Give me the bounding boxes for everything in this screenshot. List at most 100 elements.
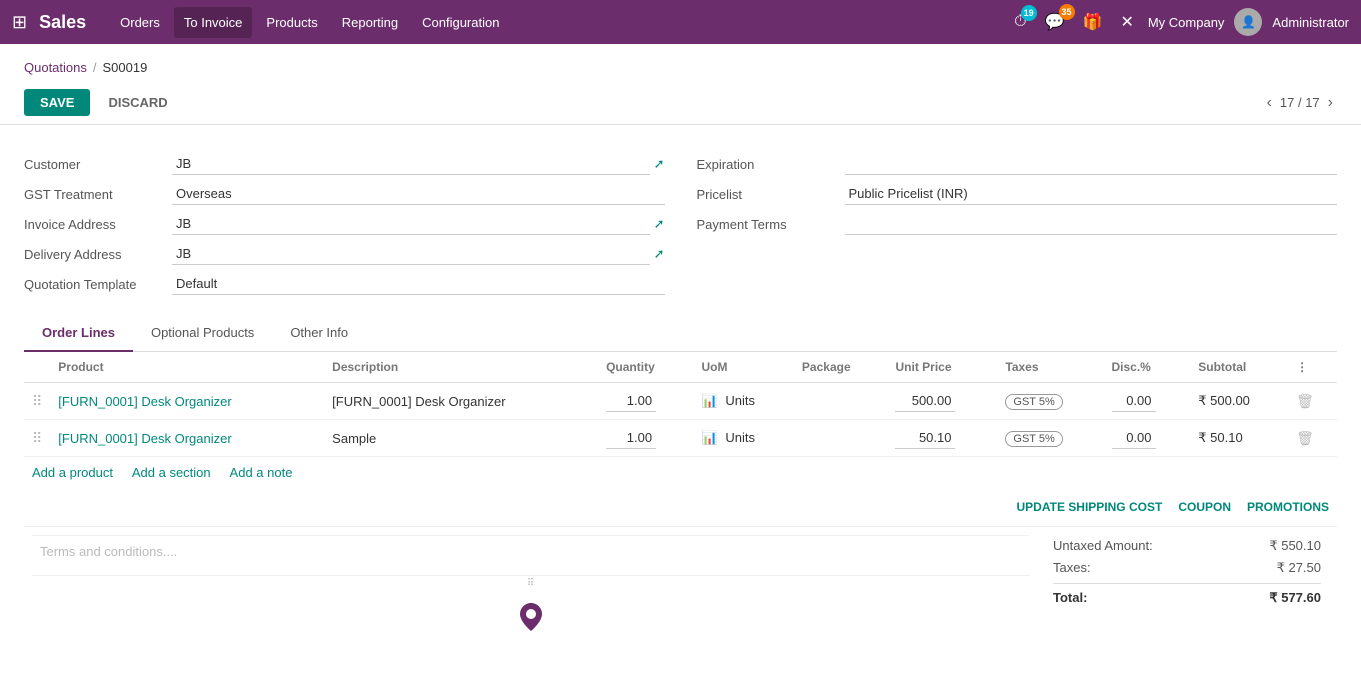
clock-badge: 19 <box>1021 5 1037 21</box>
menu-reporting[interactable]: Reporting <box>332 7 408 38</box>
quantity-input-1[interactable] <box>606 390 656 412</box>
package-1 <box>794 383 888 420</box>
menu-products[interactable]: Products <box>256 7 327 38</box>
topnav-right: ⏱ 19 💬 35 🎁 ✕ My Company 👤 Administrator <box>1010 8 1349 36</box>
terms-area[interactable]: Terms and conditions.... <box>32 535 1029 575</box>
form-left: Customer ➚ GST Treatment Overseas I <box>24 149 665 299</box>
promotions-link[interactable]: PROMOTIONS <box>1247 500 1329 514</box>
tab-order-lines[interactable]: Order Lines <box>24 315 133 352</box>
grid-icon[interactable]: ⊞ <box>12 12 27 33</box>
delivery-address-input[interactable] <box>172 243 650 265</box>
customer-ext-link[interactable]: ➚ <box>654 156 665 172</box>
disc-1[interactable] <box>1104 383 1191 420</box>
delivery-address-ext-link[interactable]: ➚ <box>654 246 665 262</box>
uom-2: Units <box>725 430 755 445</box>
chart-icon-2: 📊 <box>702 430 718 445</box>
gst-treatment-select[interactable]: Overseas <box>172 183 665 205</box>
total-label: Total: <box>1053 590 1103 606</box>
product-link-1[interactable]: [FURN_0001] Desk Organizer <box>58 394 231 409</box>
resize-handle[interactable]: ⠿ <box>32 575 1029 591</box>
customer-row: Customer ➚ <box>24 149 665 179</box>
user-avatar[interactable]: 👤 <box>1234 8 1262 36</box>
close-icon[interactable]: ✕ <box>1116 8 1137 36</box>
delivery-address-value-wrap: ➚ <box>172 243 665 265</box>
table-row: ⠿ [FURN_0001] Desk Organizer [FURN_0001]… <box>24 383 1337 420</box>
breadcrumb: Quotations / S00019 <box>24 52 1337 81</box>
taxes-label: Taxes: <box>1053 560 1107 576</box>
discard-button[interactable]: DISCARD <box>98 89 177 116</box>
update-shipping-link[interactable]: UPDATE SHIPPING COST <box>1017 500 1163 514</box>
unit-price-1[interactable] <box>887 383 997 420</box>
tabs-section: Order Lines Optional Products Other Info <box>24 315 1337 352</box>
col-description: Description <box>324 352 598 383</box>
delete-row-1[interactable]: 🗑 <box>1296 393 1314 409</box>
breadcrumb-current: S00019 <box>103 60 148 75</box>
disc-input-1[interactable] <box>1112 390 1156 412</box>
tax-badge-1: GST 5% <box>1005 394 1062 410</box>
menu-configuration[interactable]: Configuration <box>412 7 509 38</box>
expiration-row: Expiration <box>697 149 1338 179</box>
disc-input-2[interactable] <box>1112 427 1156 449</box>
breadcrumb-parent[interactable]: Quotations <box>24 60 87 75</box>
chat-icon[interactable]: 💬 35 <box>1041 8 1069 36</box>
delete-row-2[interactable]: 🗑 <box>1296 430 1314 446</box>
col-product: Product <box>50 352 324 383</box>
untaxed-value: ₹ 550.10 <box>1241 538 1321 554</box>
quantity-2[interactable] <box>598 420 693 457</box>
expiration-value-wrap <box>845 153 1338 175</box>
chart-icon-1: 📊 <box>702 393 718 408</box>
disc-2[interactable] <box>1104 420 1191 457</box>
drag-handle-2[interactable]: ⠿ <box>32 430 42 446</box>
add-section-link[interactable]: Add a section <box>132 465 211 480</box>
product-link-2[interactable]: [FURN_0001] Desk Organizer <box>58 431 231 446</box>
unit-price-input-2[interactable] <box>895 427 955 449</box>
subtotal-2: ₹ 50.10 <box>1190 420 1288 457</box>
tab-optional-products[interactable]: Optional Products <box>133 315 272 352</box>
payment-terms-label: Payment Terms <box>697 217 837 232</box>
col-unit-price: Unit Price <box>887 352 997 383</box>
menu-to-invoice[interactable]: To Invoice <box>174 7 253 38</box>
clock-icon[interactable]: ⏱ 19 <box>1010 9 1030 35</box>
form-right: Expiration Pricelist Public Pricelist (I… <box>697 149 1338 299</box>
pagination-next[interactable]: › <box>1324 92 1337 114</box>
drag-handle-1[interactable]: ⠿ <box>32 393 42 409</box>
taxes-row: Taxes: ₹ 27.50 <box>1053 557 1321 579</box>
menu-orders[interactable]: Orders <box>110 7 170 38</box>
col-subtotal: Subtotal <box>1190 352 1288 383</box>
unit-price-2[interactable] <box>887 420 997 457</box>
add-note-link[interactable]: Add a note <box>230 465 293 480</box>
customer-input[interactable] <box>172 153 650 175</box>
company-name[interactable]: My Company <box>1148 15 1225 30</box>
tab-other-info[interactable]: Other Info <box>272 315 366 352</box>
totals-section: Untaxed Amount: ₹ 550.10 Taxes: ₹ 27.50 … <box>1037 527 1337 643</box>
taxes-value: ₹ 27.50 <box>1241 560 1321 576</box>
untaxed-label: Untaxed Amount: <box>1053 538 1169 554</box>
subtotal-1: ₹ 500.00 <box>1190 383 1288 420</box>
untaxed-amount-row: Untaxed Amount: ₹ 550.10 <box>1053 535 1321 557</box>
pagination-prev[interactable]: ‹ <box>1263 92 1276 114</box>
uom-1: Units <box>725 393 755 408</box>
add-actions: Add a product Add a section Add a note <box>24 457 1337 488</box>
gst-treatment-label: GST Treatment <box>24 187 164 202</box>
invoice-address-ext-link[interactable]: ➚ <box>654 216 665 232</box>
pricelist-select[interactable]: Public Pricelist (INR) <box>845 183 1338 205</box>
invoice-address-value-wrap: ➚ <box>172 213 665 235</box>
unit-price-input-1[interactable] <box>895 390 955 412</box>
customer-value-wrap: ➚ <box>172 153 665 175</box>
add-product-link[interactable]: Add a product <box>32 465 113 480</box>
col-actions: ⋮ <box>1288 352 1337 383</box>
quotation-template-value-wrap: Default <box>172 273 665 295</box>
tax-badge-2: GST 5% <box>1005 431 1062 447</box>
col-drag <box>24 352 50 383</box>
coupon-link[interactable]: COUPON <box>1178 500 1231 514</box>
quotation-template-select[interactable]: Default <box>172 273 665 295</box>
quantity-1[interactable] <box>598 383 693 420</box>
gift-icon[interactable]: 🎁 <box>1079 8 1107 36</box>
payment-terms-select[interactable] <box>845 213 1338 235</box>
expiration-input[interactable] <box>845 153 1338 175</box>
terms-section: Terms and conditions.... ⠿ <box>24 527 1037 643</box>
pricelist-label: Pricelist <box>697 187 837 202</box>
save-button[interactable]: SAVE <box>24 89 90 116</box>
quantity-input-2[interactable] <box>606 427 656 449</box>
invoice-address-input[interactable] <box>172 213 650 235</box>
